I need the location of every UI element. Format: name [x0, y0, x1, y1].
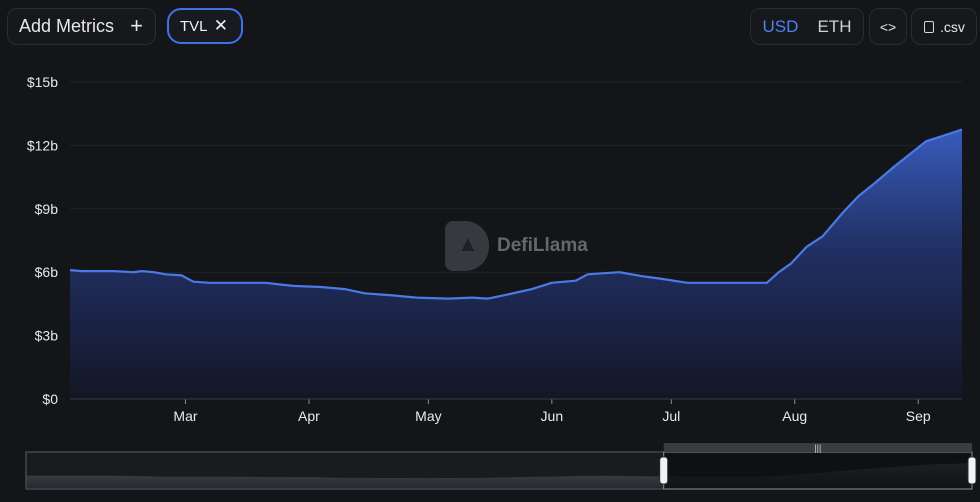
plot-area: [69, 128, 963, 399]
x-tick-label: Jun: [541, 408, 564, 424]
x-tick-label: May: [415, 408, 441, 424]
x-tick-label: Sep: [906, 408, 931, 424]
range-slider[interactable]: |||: [25, 443, 977, 490]
y-tick-label: $6b: [35, 264, 59, 280]
x-tick-label: Aug: [782, 408, 807, 424]
y-tick-label: $0: [42, 391, 58, 407]
x-tick-label: Jul: [662, 408, 680, 424]
y-tick-label: $15b: [27, 74, 58, 90]
y-tick-label: $9b: [35, 201, 59, 217]
range-slider-handle-right[interactable]: [967, 456, 977, 485]
range-slider-handle-left[interactable]: [659, 456, 669, 485]
x-tick-label: Apr: [298, 408, 320, 424]
tvl-area-fill: [70, 129, 962, 399]
tvl-chart: $0 $3b $6b $9b $12b $15b Mar Apr May Jun Jul Aug Se…: [25, 74, 977, 490]
y-tick-label: $3b: [35, 328, 59, 344]
x-axis: Mar Apr May Jun Jul Aug Sep: [70, 398, 962, 424]
drag-grip-icon: |||: [814, 443, 821, 453]
x-tick-label: Mar: [173, 408, 197, 424]
y-tick-label: $12b: [27, 137, 58, 153]
range-slider-selection[interactable]: [663, 451, 973, 490]
y-axis: $0 $3b $6b $9b $12b $15b: [27, 74, 58, 407]
